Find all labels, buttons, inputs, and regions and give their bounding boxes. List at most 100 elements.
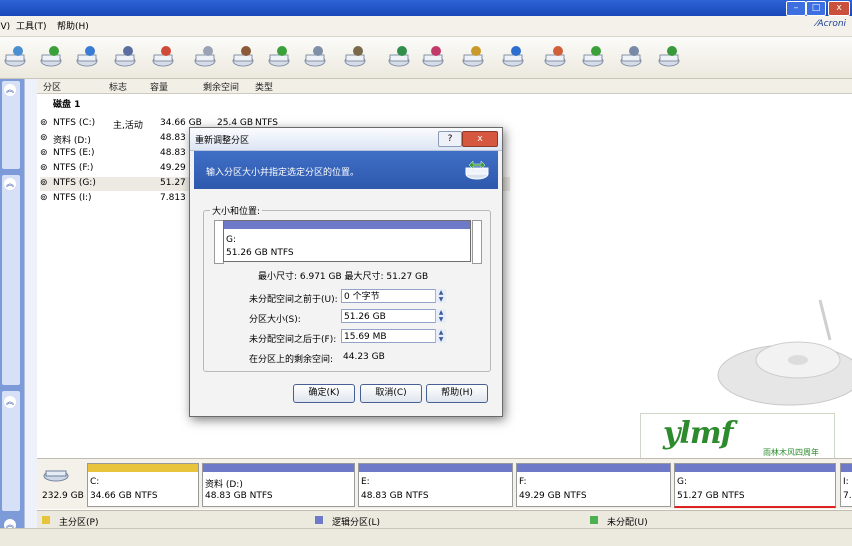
drive-icon: ⊚ [40,133,48,143]
partition-bar[interactable]: G: 51.26 GB NTFS [223,220,471,262]
legend-primary-swatch [42,516,50,524]
maximize-button[interactable]: □ [806,1,826,16]
watermark-text: 雨林木风四周年 [763,448,819,457]
cancel-button[interactable]: 取消(C) [360,384,422,403]
header-free[interactable]: 剩余空间 [203,80,239,93]
partition-letter: E: [361,477,370,487]
header-type[interactable]: 类型 [255,80,273,93]
header-flags[interactable]: 标志 [109,80,127,93]
ok-button[interactable]: 确定(K) [293,384,355,403]
recover-disk-icon[interactable] [618,43,644,69]
toolbar [0,37,852,79]
swap-disk-icon[interactable] [38,43,64,69]
disk-partition-3[interactable]: F: 49.29 GB NTFS [516,463,671,507]
minimize-button[interactable]: – [786,1,806,16]
legend-primary: 主分区(P) [59,518,99,528]
dialog-help-button[interactable]: ? [438,131,462,147]
partition-letter: F: [519,477,527,487]
free-space-value: 44.23 GB [343,352,385,362]
info-icon[interactable] [500,43,526,69]
partition-cap [675,464,835,472]
convert-disk-icon[interactable] [302,43,328,69]
free-space-label: 在分区上的剩余空间: [249,355,334,365]
move-disk-icon[interactable] [2,43,28,69]
header-partition[interactable]: 分区 [43,80,61,93]
after-input[interactable]: 15.69 MB [341,329,445,343]
bar-letter: G: [226,235,237,245]
commit-icon[interactable] [386,43,412,69]
row-name: NTFS (I:) [53,193,92,203]
copy-disk-icon[interactable] [580,43,606,69]
disk-partition-5[interactable]: I: 7.. [840,463,852,507]
merge-disk-icon[interactable] [266,43,292,69]
package-icon[interactable] [420,43,446,69]
partition-cap [203,464,354,472]
legend-logical-swatch [315,516,323,524]
watermark-logo: ylmf 雨林木风四周年 [640,413,835,462]
before-input[interactable]: 0 个字节 [341,289,445,303]
partition-cap [359,464,512,472]
dialog-title-bar: 重新调整分区 ? x [190,128,502,151]
menu-tools[interactable]: 工具(T) [16,19,47,32]
status-bar [0,528,852,546]
disk-partition-4[interactable]: G: 51.27 GB NTFS [674,463,836,508]
partition-size: 34.66 GB NTFS [90,491,158,501]
legend-unallocated: 未分配(U) [607,518,648,528]
sidebar-panel-tools [2,391,20,511]
partition-size: 49.29 GB NTFS [519,491,587,501]
drive-icon: ⊚ [40,118,48,128]
partition-cap [841,464,852,472]
new-disk-icon[interactable] [542,43,568,69]
sidebar-collapse-icon-3[interactable]: ︽ [4,396,16,408]
disk-illustration [717,299,852,406]
sidebar-collapse-icon[interactable]: ︽ [4,84,16,96]
partition-letter: 资料 (D:) [205,480,243,490]
brand-text: Acroni [817,19,847,29]
bar-size: 51.26 GB NTFS [226,248,294,258]
search-icon[interactable] [460,43,486,69]
dialog-close-button[interactable]: x [462,131,498,147]
watermark-logo-text: ylmf [663,416,733,451]
partition-letter: I: [843,477,849,487]
edit-disk-icon[interactable] [112,43,138,69]
resize-partition-dialog: 重新调整分区 ? x 输入分区大小并指定选定分区的位置。 大小和位置: G: 5… [189,127,503,417]
wizard-icon[interactable] [656,43,682,69]
size-limits: 最小尺寸: 6.971 GB 最大尺寸: 51.27 GB [258,272,429,282]
legend-logical: 逻辑分区(L) [332,518,381,528]
disk-partition-2[interactable]: E: 48.83 GB NTFS [358,463,513,507]
size-label: 分区大小(S): [249,315,301,325]
before-spinner[interactable]: ▲ ▼ [435,289,446,303]
after-value: 15.69 MB [344,332,387,342]
size-input[interactable]: 51.26 GB [341,309,445,323]
after-spinner[interactable]: ▲ ▼ [435,329,446,343]
size-spinner[interactable]: ▲ ▼ [435,309,446,323]
disk-resize-icon [465,160,489,180]
disk-partition-0[interactable]: C: 34.66 GB NTFS [87,463,199,507]
size-value: 51.26 GB [344,312,386,322]
resize-disk-icon[interactable] [230,43,256,69]
partition-bar-cap [224,221,470,229]
legend-unallocated-swatch [590,516,598,524]
disk-partition-1[interactable]: 资料 (D:) 48.83 GB NTFS [202,463,355,507]
format-disk-icon[interactable] [192,43,218,69]
sidebar-panel-operations [2,175,20,385]
before-label: 未分配空间之前于(U): [249,295,338,305]
menu-view[interactable]: 图(V) [0,19,10,32]
drive-icon: ⊚ [40,193,48,203]
close-button[interactable]: x [828,1,850,16]
delete-disk-icon[interactable] [150,43,176,69]
header-capacity[interactable]: 容量 [150,80,168,93]
menu-help[interactable]: 帮助(H) [57,19,89,32]
check-disk-icon[interactable] [74,43,100,69]
group-label: 大小和位置: [210,204,263,217]
hard-disk-icon [42,468,70,482]
sidebar-collapse-icon-2[interactable]: ︽ [4,178,16,190]
partition-size: 48.83 GB NTFS [205,491,273,501]
help-button[interactable]: 帮助(H) [426,384,488,403]
partition-letter: C: [90,477,100,487]
sidebar-scroll-strip[interactable] [24,79,37,539]
brand-logo: ⁄Acroni [816,19,847,29]
row-name: NTFS (F:) [53,163,94,173]
clean-icon[interactable] [342,43,368,69]
dialog-banner: 输入分区大小并指定选定分区的位置。 [194,151,498,189]
